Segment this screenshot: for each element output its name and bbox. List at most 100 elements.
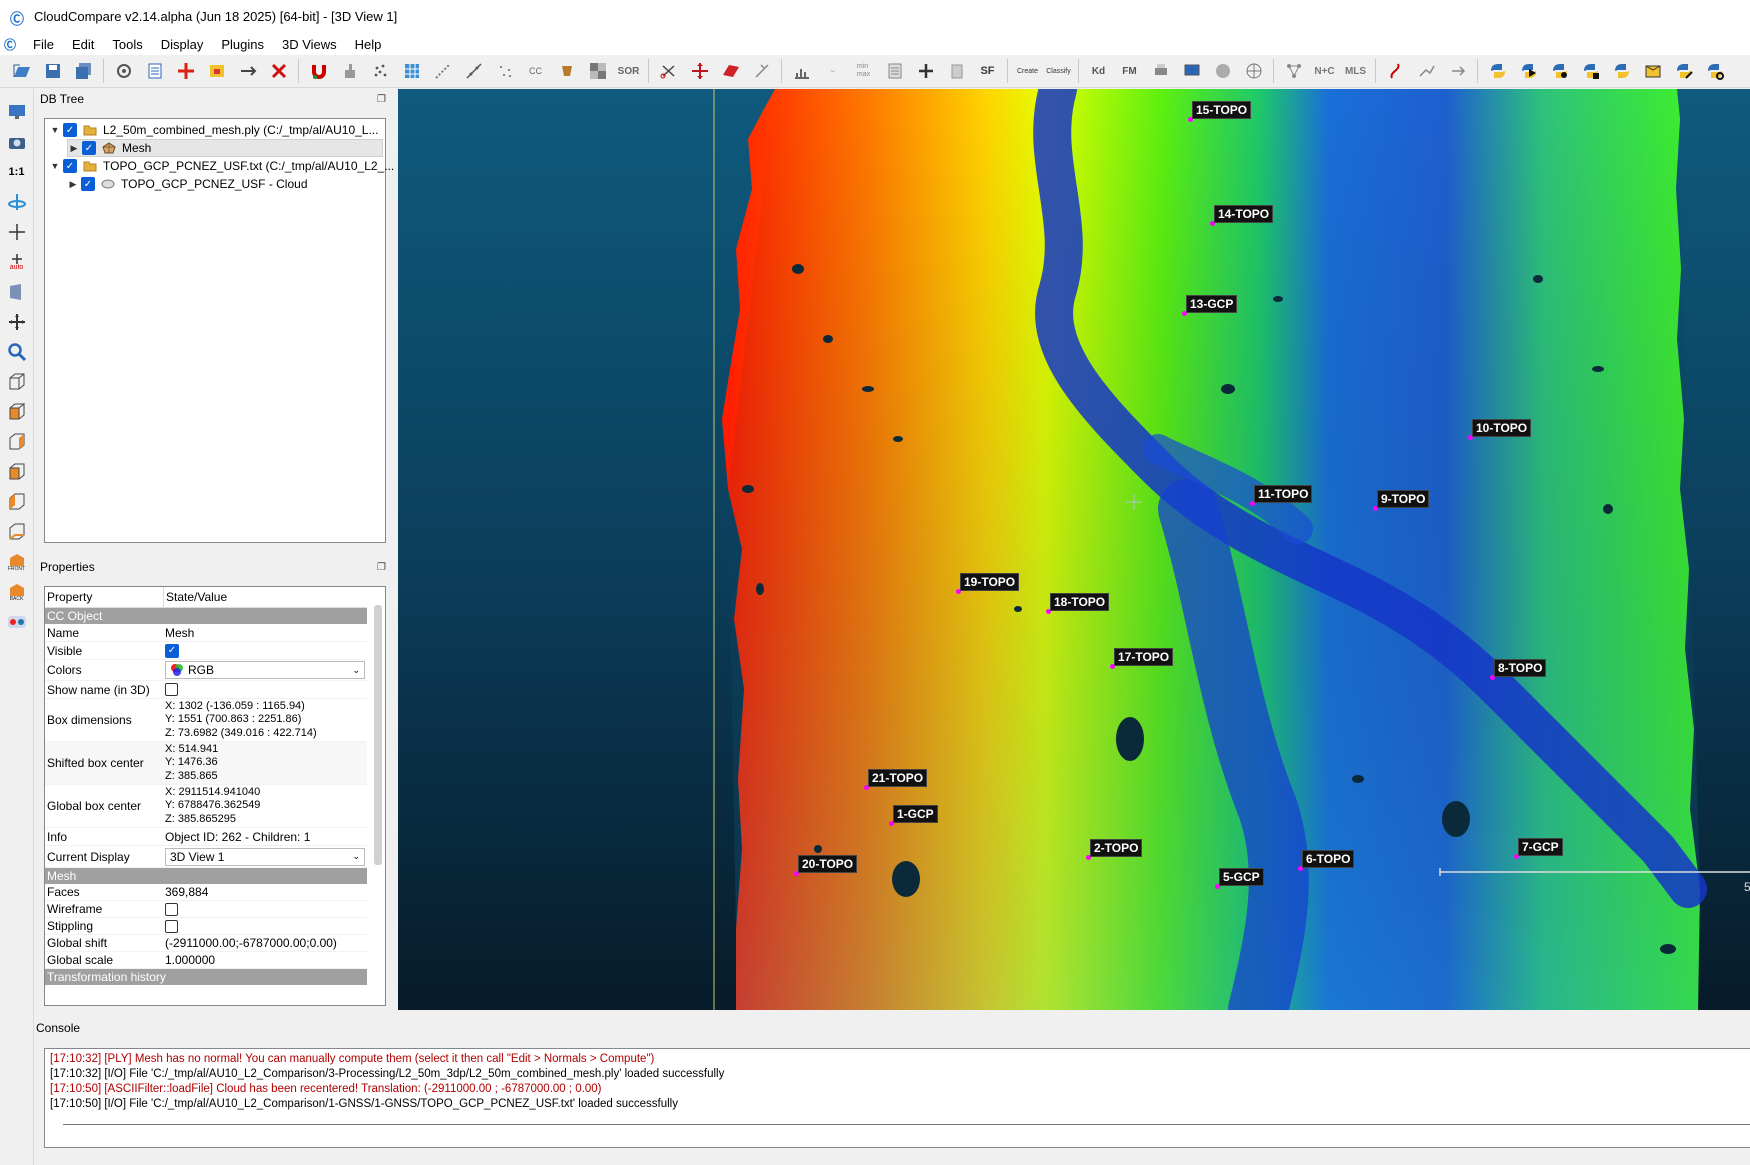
visibility-checkbox[interactable]: ✓: [63, 123, 77, 137]
python-editor-icon[interactable]: [1609, 58, 1635, 84]
kdtree-icon[interactable]: Kd: [1086, 58, 1112, 84]
profile-icon[interactable]: [1414, 58, 1440, 84]
colors-dropdown[interactable]: RGB ⌄: [165, 661, 365, 679]
python-icon[interactable]: [1485, 58, 1511, 84]
add-sf-icon[interactable]: [913, 58, 939, 84]
sf-list-icon[interactable]: [882, 58, 908, 84]
visible-checkbox[interactable]: ✓: [165, 643, 179, 658]
stippling-checkbox[interactable]: [165, 919, 178, 933]
console-panel[interactable]: [17:10:32] [PLY] Mesh has no normal! You…: [44, 1048, 1750, 1148]
sample-icon[interactable]: [430, 58, 456, 84]
tree-item-file[interactable]: ▼ ✓ TOPO_GCP_PCNEZ_USF.txt (C:/_tmp/al/A…: [49, 157, 394, 175]
visibility-checkbox[interactable]: ✓: [82, 141, 96, 155]
point-cloud-render[interactable]: 5: [398, 89, 1750, 1010]
visibility-checkbox[interactable]: ✓: [81, 177, 95, 191]
min-max-icon[interactable]: min max: [851, 58, 877, 84]
camera-icon[interactable]: [5, 130, 29, 154]
zoom-icon[interactable]: [5, 340, 29, 364]
float-panel-icon[interactable]: ❐: [377, 94, 386, 105]
scale-one-to-one-button[interactable]: 1:1: [5, 160, 29, 184]
console-scrollbar[interactable]: [63, 1124, 1750, 1125]
perspective-icon[interactable]: [5, 280, 29, 304]
collapse-arrow-icon[interactable]: ▼: [49, 125, 61, 135]
view-iso-back-icon[interactable]: BACK: [5, 580, 29, 604]
python-info-icon[interactable]: [1547, 58, 1573, 84]
menu-plugins[interactable]: Plugins: [212, 37, 273, 52]
delete-sf-icon[interactable]: [944, 58, 970, 84]
menu-display[interactable]: Display: [152, 37, 213, 52]
display-icon[interactable]: [5, 100, 29, 124]
python-tools-icon[interactable]: [1671, 58, 1697, 84]
auto-pivot-icon[interactable]: auto: [5, 250, 29, 274]
view-iso-front-icon[interactable]: FRONT: [5, 550, 29, 574]
rotation-center-icon[interactable]: [5, 190, 29, 214]
view-right-icon[interactable]: [5, 490, 29, 514]
tree-item-file[interactable]: ▼ ✓ L2_50m_combined_mesh.ply (C:/_tmp/al…: [49, 121, 378, 139]
open-icon[interactable]: [9, 58, 35, 84]
filter-icon[interactable]: [554, 58, 580, 84]
plane-icon[interactable]: [718, 58, 744, 84]
menu-file[interactable]: File: [24, 37, 63, 52]
wireframe-checkbox[interactable]: [165, 902, 178, 916]
transfer-icon[interactable]: [1445, 58, 1471, 84]
sf-icon[interactable]: SF: [975, 58, 1001, 84]
printer-icon[interactable]: [1148, 58, 1174, 84]
sphere-icon[interactable]: [1210, 58, 1236, 84]
view-back-icon[interactable]: [5, 460, 29, 484]
current-display-dropdown[interactable]: 3D View 1 ⌄: [165, 847, 365, 866]
normals-color-icon[interactable]: N+C: [1312, 58, 1338, 84]
global-shift-icon[interactable]: [111, 58, 137, 84]
3d-view[interactable]: 5 15-TOPO 14-TOPO 13-GCP 10-TOPO 11-TOPO…: [398, 89, 1750, 1010]
checker-icon[interactable]: [585, 58, 611, 84]
view-left-icon[interactable]: [5, 430, 29, 454]
network-icon[interactable]: [1281, 58, 1307, 84]
menu-3d-views[interactable]: 3D Views: [273, 37, 346, 52]
subsample-icon[interactable]: [461, 58, 487, 84]
app-menu-icon[interactable]: Ⓒ: [4, 36, 18, 53]
menu-edit[interactable]: Edit: [63, 37, 103, 52]
python-settings-icon[interactable]: [1702, 58, 1728, 84]
pick-point-icon[interactable]: [173, 58, 199, 84]
prop-name-value[interactable]: Mesh: [163, 624, 367, 641]
hand-icon[interactable]: [337, 58, 363, 84]
python-plugin-icon[interactable]: [1578, 58, 1604, 84]
menu-help[interactable]: Help: [346, 37, 391, 52]
show-name-checkbox[interactable]: [165, 683, 178, 696]
points-icon[interactable]: [368, 58, 394, 84]
visibility-checkbox[interactable]: ✓: [63, 159, 77, 173]
canupo-create-icon[interactable]: Create: [1015, 58, 1041, 84]
sor-filter-icon[interactable]: SOR: [616, 58, 642, 84]
histogram-icon[interactable]: [789, 58, 815, 84]
scissors-icon[interactable]: [656, 58, 682, 84]
compass-icon[interactable]: [1383, 58, 1409, 84]
properties-scrollbar[interactable]: [374, 605, 382, 865]
gradient-icon[interactable]: ~: [820, 58, 846, 84]
translate-icon[interactable]: [687, 58, 713, 84]
delete-icon[interactable]: [266, 58, 292, 84]
float-panel-icon[interactable]: ❐: [377, 562, 386, 573]
facets-icon[interactable]: FM: [1117, 58, 1143, 84]
noise-icon[interactable]: [492, 58, 518, 84]
canupo-classify-icon[interactable]: Classify: [1046, 58, 1072, 84]
color-icon[interactable]: [204, 58, 230, 84]
monitor-icon[interactable]: [1179, 58, 1205, 84]
menu-tools[interactable]: Tools: [103, 37, 151, 52]
tree-item-mesh[interactable]: ▶ ✓ Mesh: [67, 139, 383, 157]
python-run-icon[interactable]: [1516, 58, 1542, 84]
view-front-icon[interactable]: [5, 400, 29, 424]
collapse-arrow-icon[interactable]: ▼: [49, 161, 61, 171]
cc-icon[interactable]: CC: [523, 58, 549, 84]
crosshair-icon[interactable]: [5, 220, 29, 244]
view-top-icon[interactable]: [5, 370, 29, 394]
python-package-icon[interactable]: [1640, 58, 1666, 84]
mesh-grid-icon[interactable]: [399, 58, 425, 84]
stereo-icon[interactable]: [5, 610, 29, 634]
globe-icon[interactable]: [1241, 58, 1267, 84]
list-icon[interactable]: [142, 58, 168, 84]
save-icon[interactable]: [40, 58, 66, 84]
magnet-icon[interactable]: [306, 58, 332, 84]
mls-icon[interactable]: MLS: [1343, 58, 1369, 84]
tree-item-cloud[interactable]: ▶ ✓ TOPO_GCP_PCNEZ_USF - Cloud: [67, 175, 308, 193]
save-all-icon[interactable]: [71, 58, 97, 84]
pan-icon[interactable]: [5, 310, 29, 334]
